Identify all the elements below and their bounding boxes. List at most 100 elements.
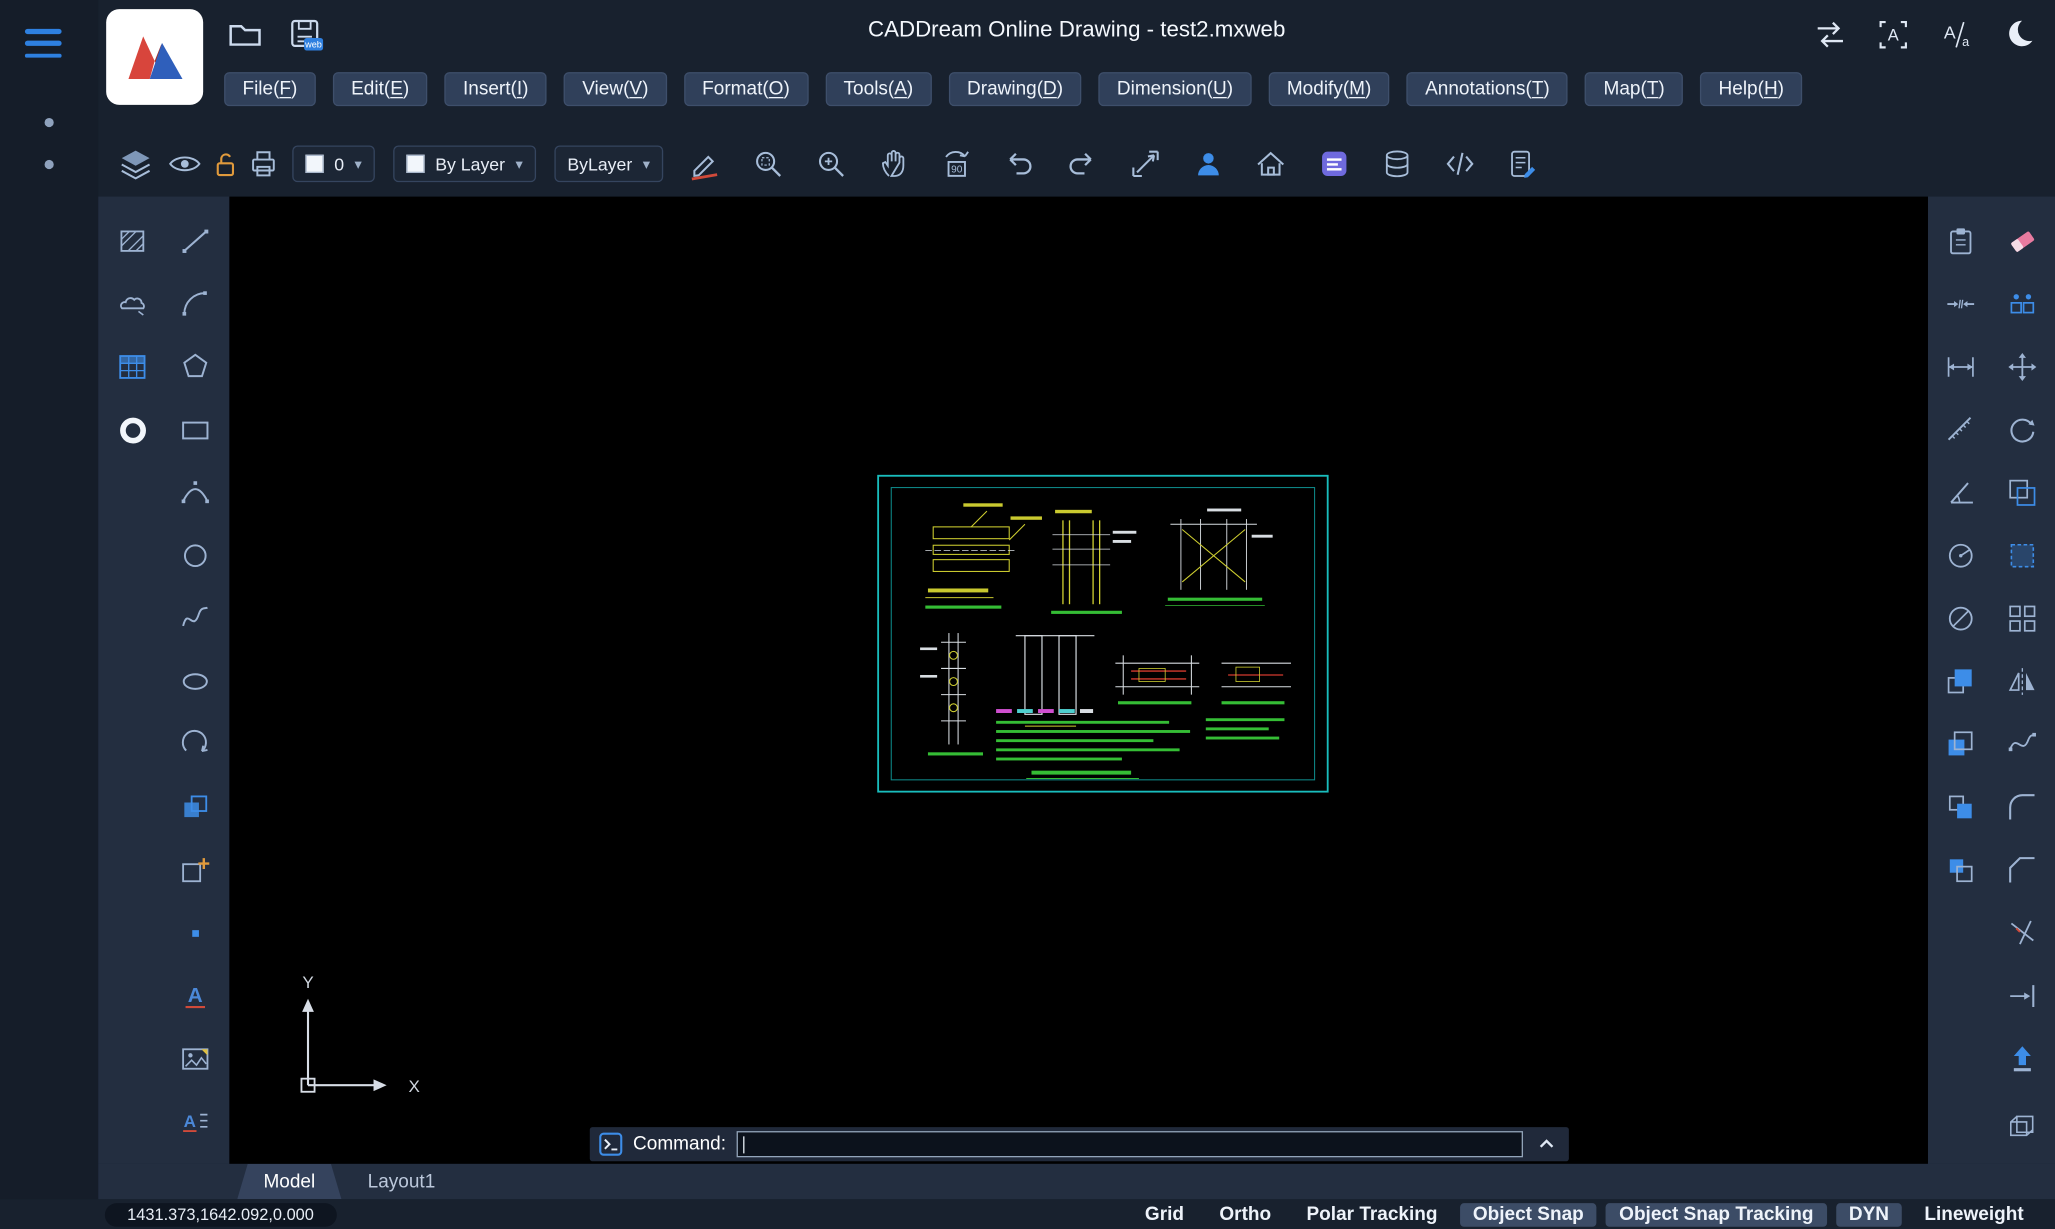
modify-tools-panel <box>1928 197 2055 1164</box>
menu-annotations[interactable]: Annotations(T) <box>1407 72 1568 106</box>
layer-visibility-button[interactable] <box>165 144 204 183</box>
menu-tools[interactable]: Tools(A) <box>825 72 931 106</box>
table-tool[interactable] <box>114 349 151 386</box>
svg-text:A: A <box>188 984 203 1007</box>
layer-dropdown[interactable]: 0 ▾ <box>292 145 375 182</box>
insert-block-tool[interactable] <box>177 789 214 826</box>
home-button[interactable] <box>1252 144 1291 183</box>
menu-insert[interactable]: Insert(I) <box>445 72 547 106</box>
user-button[interactable] <box>1189 144 1228 183</box>
erase-tool[interactable] <box>2004 223 2041 260</box>
menu-help[interactable]: Help(H) <box>1700 72 1802 106</box>
ellipse-tool[interactable] <box>177 663 214 700</box>
revolve-tool[interactable] <box>177 726 214 763</box>
scale-button[interactable] <box>1126 144 1165 183</box>
hatch-tool[interactable] <box>114 223 151 260</box>
toggle-ortho[interactable]: Ortho <box>1206 1203 1284 1227</box>
polygon-tool[interactable] <box>177 349 214 386</box>
svg-text:A: A <box>1887 26 1898 44</box>
text-style-tool[interactable]: A <box>177 1104 214 1141</box>
tab-model[interactable]: Model <box>237 1164 341 1199</box>
zoom-extents-button[interactable] <box>811 144 850 183</box>
trim-tool[interactable] <box>2004 915 2041 952</box>
edit-spline-tool[interactable] <box>2004 726 2041 763</box>
print-button[interactable] <box>244 144 283 183</box>
undo-button[interactable] <box>1000 144 1039 183</box>
text-tool[interactable]: A <box>177 978 214 1015</box>
spline-tool[interactable] <box>177 600 214 637</box>
line-tool[interactable] <box>177 223 214 260</box>
create-block-tool[interactable] <box>177 852 214 889</box>
menu-modify[interactable]: Modify(M) <box>1268 72 1389 106</box>
donut-tool[interactable] <box>114 412 151 449</box>
diameter-dimension-tool[interactable] <box>1942 600 1979 637</box>
copy-with-basepoint-tool[interactable] <box>2004 286 2041 323</box>
rotate-tool[interactable] <box>2004 412 2041 449</box>
menu-map[interactable]: Map(T) <box>1585 72 1683 106</box>
paste-tool[interactable] <box>1942 223 1979 260</box>
menu-dimension[interactable]: Dimension(U) <box>1099 72 1252 106</box>
array-tool[interactable] <box>2004 600 2041 637</box>
bring-to-front-tool[interactable] <box>1942 663 1979 700</box>
dark-mode-icon[interactable] <box>2000 16 2037 53</box>
script-editor-button[interactable] <box>1503 144 1542 183</box>
zoom-window-button[interactable] <box>748 144 787 183</box>
match-properties-button[interactable] <box>685 144 724 183</box>
svg-text:A: A <box>184 1112 196 1131</box>
toggle-object-snap[interactable]: Object Snap <box>1460 1203 1597 1227</box>
offset-tool[interactable] <box>2004 474 2041 511</box>
translate-icon[interactable]: A a <box>1937 16 1974 53</box>
toggle-grid[interactable]: Grid <box>1132 1203 1197 1227</box>
linetype-dropdown[interactable]: ByLayer ▾ <box>554 145 663 182</box>
tab-layout1[interactable]: Layout1 <box>341 1164 461 1199</box>
box-3d-tool[interactable] <box>2004 1104 2041 1141</box>
pdf-export-button[interactable] <box>1314 144 1353 183</box>
order-up-tool[interactable] <box>2004 1041 2041 1078</box>
image-tool[interactable] <box>177 1041 214 1078</box>
command-input[interactable] <box>745 1134 1522 1154</box>
redo-button[interactable] <box>1063 144 1102 183</box>
color-dropdown[interactable]: By Layer ▾ <box>393 145 536 182</box>
layers-panel-button[interactable] <box>115 144 154 183</box>
chamfer-tool[interactable] <box>2004 852 2041 889</box>
hamburger-menu-icon[interactable] <box>25 29 62 58</box>
toggle-lineweight[interactable]: Lineweight <box>1911 1203 2036 1227</box>
radius-dimension-tool[interactable] <box>1942 537 1979 574</box>
toggle-polar-tracking[interactable]: Polar Tracking <box>1293 1203 1450 1227</box>
layer-lock-button[interactable] <box>204 144 243 183</box>
arc-3point-tool[interactable] <box>177 474 214 511</box>
extend-tool[interactable] <box>2004 978 2041 1015</box>
bring-above-tool[interactable] <box>1942 789 1979 826</box>
pan-button[interactable] <box>874 144 913 183</box>
menu-drawing[interactable]: Drawing(D) <box>949 72 1082 106</box>
code-button[interactable] <box>1440 144 1479 183</box>
circle-tool[interactable] <box>177 537 214 574</box>
toggle-object-snap-tracking[interactable]: Object Snap Tracking <box>1606 1203 1827 1227</box>
rectangle-tool[interactable] <box>177 412 214 449</box>
measure-tool[interactable] <box>1942 412 1979 449</box>
window-title: CADDream Online Drawing - test2.mxweb <box>98 17 2055 43</box>
menu-format[interactable]: Format(O) <box>684 72 808 106</box>
send-below-tool[interactable] <box>1942 852 1979 889</box>
rotate-90-button[interactable]: 90 <box>937 144 976 183</box>
sync-arrows-icon[interactable] <box>1811 16 1848 53</box>
distance-tool[interactable] <box>1942 349 1979 386</box>
menu-view[interactable]: View(V) <box>564 72 667 106</box>
toggle-dyn[interactable]: DYN <box>1836 1203 1902 1227</box>
mirror-tool[interactable] <box>2004 663 2041 700</box>
arc-tool[interactable] <box>177 286 214 323</box>
selection-window-tool[interactable] <box>2004 537 2041 574</box>
angle-tool[interactable] <box>1942 474 1979 511</box>
command-expand-button[interactable] <box>1533 1130 1559 1159</box>
drawing-canvas[interactable]: Y X Command: <box>229 197 1928 1164</box>
send-to-back-tool[interactable] <box>1942 726 1979 763</box>
fillet-tool[interactable] <box>2004 789 2041 826</box>
database-button[interactable] <box>1377 144 1416 183</box>
point-tool[interactable] <box>177 915 214 952</box>
break-tool[interactable] <box>1942 286 1979 323</box>
menu-file[interactable]: File(F) <box>224 72 316 106</box>
move-tool[interactable] <box>2004 349 2041 386</box>
revision-cloud-tool[interactable] <box>114 286 151 323</box>
find-text-icon[interactable]: A <box>1874 16 1911 53</box>
menu-edit[interactable]: Edit(E) <box>333 72 428 106</box>
